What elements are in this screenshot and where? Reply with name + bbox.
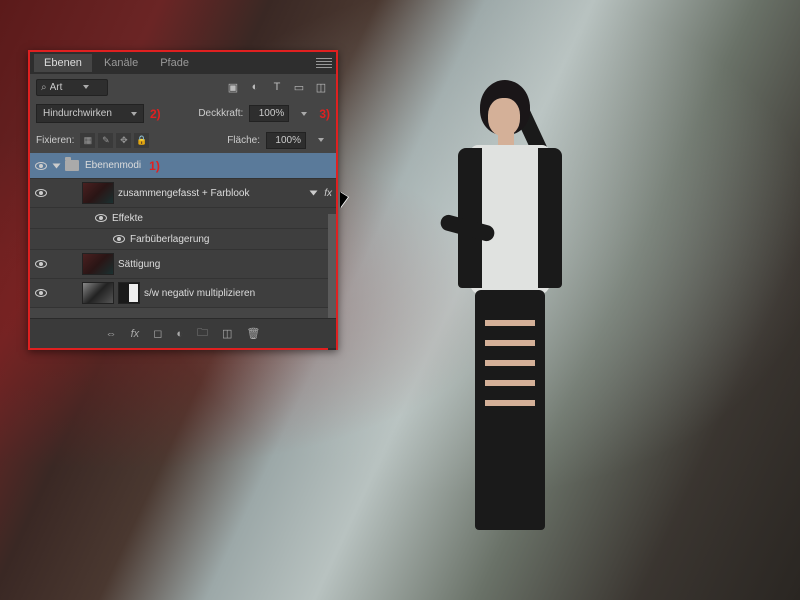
delete-layer-icon[interactable]: 🗑 [246, 327, 260, 340]
filter-input[interactable] [50, 82, 80, 93]
blend-row: Hindurchwirken 2) Deckkraft: 100% 3) [30, 100, 336, 127]
panel-tabs: Ebenen Kanäle Pfade [30, 52, 336, 74]
disclosure-triangle-icon[interactable] [53, 163, 61, 168]
layers-list: Ebenenmodi 1) zusammengefasst + Farblook… [30, 153, 336, 308]
opacity-value[interactable]: 100% [249, 105, 289, 122]
fill-label: Fläche: [227, 135, 260, 146]
layer-mask-thumbnail [118, 282, 140, 304]
layer-sw-negativ[interactable]: s/w negativ multiplizieren [30, 279, 336, 308]
layer-thumbnail [82, 282, 114, 304]
effect-name: Farbüberlagerung [130, 234, 210, 245]
visibility-toggle[interactable] [112, 232, 126, 246]
layer-farblook[interactable]: zusammengefasst + Farblook fx [30, 179, 336, 208]
layer-effect-item[interactable]: Farbüberlagerung [30, 229, 336, 250]
layer-group-ebenenmodi[interactable]: Ebenenmodi 1) [30, 153, 336, 179]
filter-pixel-icon[interactable]: ▣ [224, 78, 242, 96]
photo-subject [410, 80, 590, 540]
visibility-toggle[interactable] [34, 159, 48, 173]
eye-icon [35, 289, 47, 297]
adjustment-layer-icon[interactable]: ◐ [176, 328, 183, 340]
lock-label: Fixieren: [36, 135, 74, 146]
filter-shape-icon[interactable]: ▭ [290, 78, 308, 96]
filter-type-icon[interactable]: T [268, 78, 286, 96]
eye-icon [35, 162, 47, 170]
opacity-label: Deckkraft: [198, 108, 243, 119]
eye-icon [95, 214, 107, 222]
fx-disclosure-icon[interactable] [310, 191, 318, 196]
effects-label: Effekte [112, 213, 143, 224]
eye-icon [35, 189, 47, 197]
lock-icons: ▦ ✎ ✥ 🔒 [80, 133, 149, 148]
eye-icon [35, 260, 47, 268]
layer-name: s/w negativ multiplizieren [144, 288, 255, 299]
new-layer-icon[interactable]: ◫ [222, 327, 232, 340]
folder-icon [65, 160, 79, 171]
filter-adjustment-icon[interactable]: ◐ [246, 78, 264, 96]
annotation-2: 2) [150, 107, 161, 121]
fill-slider-icon[interactable] [312, 131, 330, 149]
scrollbar-thumb[interactable] [328, 214, 336, 324]
tab-channels[interactable]: Kanäle [94, 54, 148, 72]
filter-smart-icon[interactable]: ◫ [312, 78, 330, 96]
opacity-slider-icon[interactable] [295, 105, 313, 123]
new-group-icon[interactable]: 🗀 [197, 324, 208, 343]
blend-mode-dropdown[interactable]: Hindurchwirken [36, 104, 144, 123]
layer-name: Ebenenmodi [85, 160, 141, 171]
visibility-toggle[interactable] [94, 211, 108, 225]
panel-menu-icon[interactable] [316, 57, 332, 69]
layers-panel: Ebenen Kanäle Pfade ⌕ ▣ ◐ T ▭ ◫ Hindurch… [28, 50, 338, 350]
layer-thumbnail [82, 182, 114, 204]
lock-all-icon[interactable]: 🔒 [134, 133, 149, 148]
lock-pixels-icon[interactable]: ✎ [98, 133, 113, 148]
tab-paths[interactable]: Pfade [150, 54, 199, 72]
visibility-toggle[interactable] [34, 257, 48, 271]
fill-value[interactable]: 100% [266, 132, 306, 149]
panel-footer: ⇔ fx ◻ ◐ 🗀 ◫ 🗑 [30, 318, 336, 348]
layer-thumbnail [82, 253, 114, 275]
chevron-down-icon [131, 112, 137, 116]
layer-name: zusammengefasst + Farblook [118, 188, 249, 199]
blend-mode-value: Hindurchwirken [43, 108, 112, 119]
layer-mask-icon[interactable]: ◻ [153, 327, 162, 340]
tab-layers[interactable]: Ebenen [34, 54, 92, 72]
annotation-3: 3) [319, 107, 330, 121]
eye-icon [113, 235, 125, 243]
fx-badge: fx [324, 188, 332, 199]
link-layers-icon[interactable]: ⇔ [106, 328, 117, 340]
layer-style-icon[interactable]: fx [131, 328, 140, 340]
annotation-1: 1) [149, 159, 160, 173]
search-icon: ⌕ [41, 82, 47, 93]
layer-saettigung[interactable]: Sättigung [30, 250, 336, 279]
filter-row: ⌕ ▣ ◐ T ▭ ◫ [30, 74, 336, 100]
layer-effects-header[interactable]: Effekte [30, 208, 336, 229]
lock-row: Fixieren: ▦ ✎ ✥ 🔒 Fläche: 100% [30, 127, 336, 153]
lock-transparency-icon[interactable]: ▦ [80, 133, 95, 148]
chevron-down-icon [83, 85, 89, 89]
layer-name: Sättigung [118, 259, 160, 270]
filter-type-dropdown[interactable]: ⌕ [36, 79, 108, 96]
lock-position-icon[interactable]: ✥ [116, 133, 131, 148]
visibility-toggle[interactable] [34, 286, 48, 300]
visibility-toggle[interactable] [34, 186, 48, 200]
